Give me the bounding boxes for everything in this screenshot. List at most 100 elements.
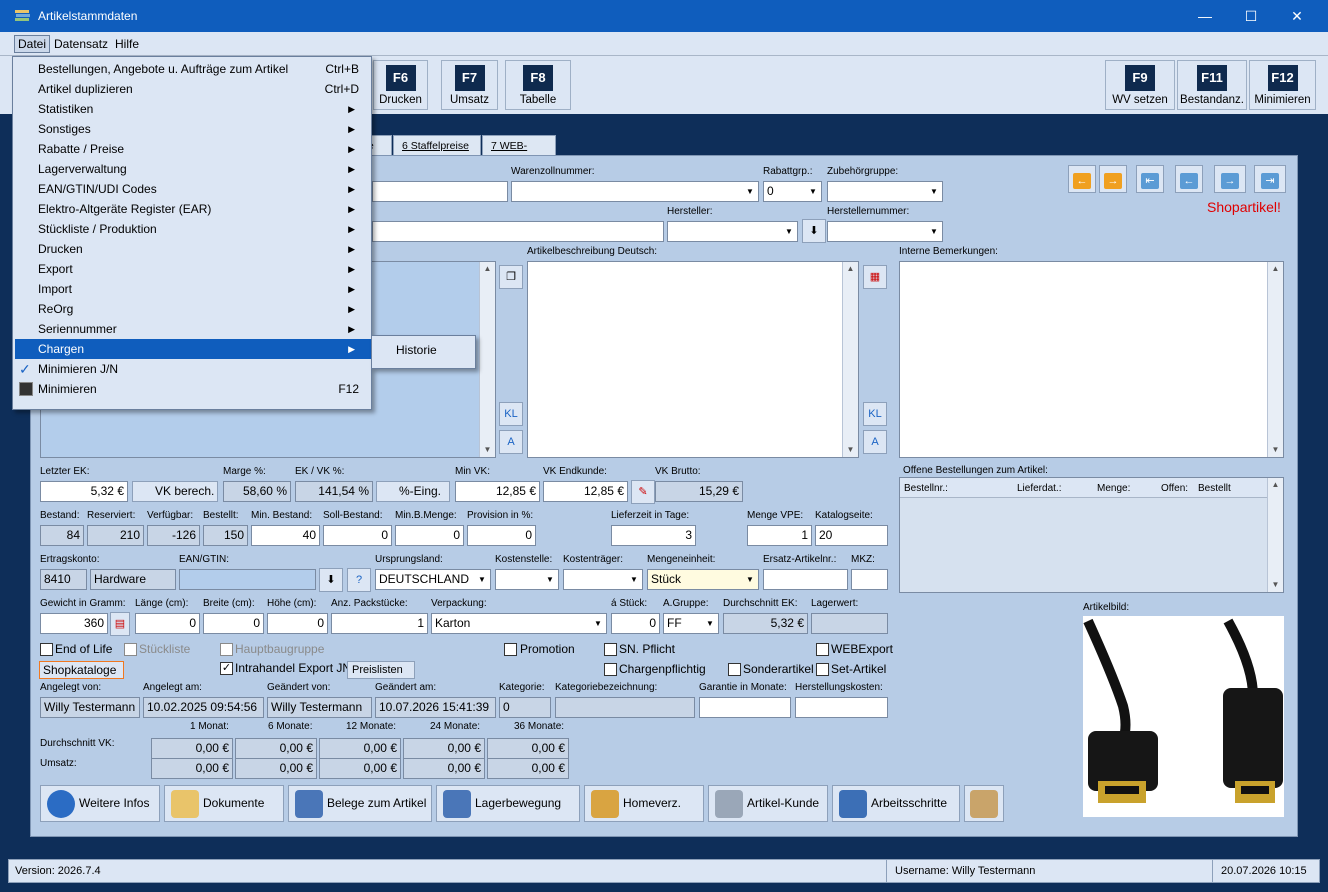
menu-item-minimieren[interactable]: Minimieren F12 (15, 379, 371, 399)
ean-field[interactable] (179, 569, 316, 590)
hersteller-select[interactable]: ▼ (667, 221, 798, 242)
text-block-icon[interactable]: KL (499, 402, 523, 426)
provision-field[interactable]: 0 (467, 525, 536, 546)
herstellernr-select[interactable]: ▼ (827, 221, 943, 242)
scrollbar[interactable]: ▲ ▼ (1267, 262, 1283, 457)
scrollbar[interactable]: ▲ ▼ (479, 262, 495, 457)
menu-item-ean-codes[interactable]: EAN/GTIN/UDI Codes ▶ (15, 179, 371, 199)
menu-item-chargen[interactable]: Chargen ▶ (15, 339, 371, 359)
a-gruppe-select[interactable]: FF ▼ (663, 613, 719, 634)
stueckliste-checkbox[interactable] (124, 643, 137, 656)
f12-minimize-button[interactable]: F12 Minimieren (1249, 60, 1316, 110)
menu-item-export[interactable]: Export ▶ (15, 259, 371, 279)
anz-pack-field[interactable]: 1 (331, 613, 428, 634)
menu-item-minimieren-jn[interactable]: ✓ Minimieren J/N (15, 359, 371, 379)
menu-item-stueckliste[interactable]: Stückliste / Produktion ▶ (15, 219, 371, 239)
kostentraeger-select[interactable]: ▼ (563, 569, 643, 590)
preislisten-button[interactable]: Preislisten (347, 661, 415, 679)
description-text-area[interactable]: ▲ ▼ (527, 261, 859, 458)
garantie-field[interactable] (699, 697, 791, 718)
scrollbar[interactable]: ▲ ▼ (842, 262, 858, 457)
menu-item-lagerverwaltung[interactable]: Lagerverwaltung ▶ (15, 159, 371, 179)
price-edit-icon[interactable]: ✎ (631, 480, 655, 504)
dokumente-button[interactable]: Dokumente (164, 785, 284, 822)
sn-pflicht-checkbox[interactable] (604, 643, 617, 656)
add-manufacturer-icon[interactable]: ⬇ (802, 219, 826, 243)
tab-staffelpreise[interactable]: 6 Staffelpreise (393, 135, 481, 156)
translate-flag-icon[interactable]: ▦ (863, 265, 887, 289)
lieferzeit-field[interactable]: 3 (611, 525, 696, 546)
webexport-checkbox[interactable] (816, 643, 829, 656)
next-shop-article-button[interactable]: → (1099, 165, 1127, 193)
menu-item-ear[interactable]: Elektro-Altgeräte Register (EAR) ▶ (15, 199, 371, 219)
artikel-kunde-button[interactable]: Artikel-Kunde (708, 785, 828, 822)
menu-item-drucken[interactable]: Drucken ▶ (15, 239, 371, 259)
hauptbaugruppe-checkbox[interactable] (220, 643, 233, 656)
set-artikel-checkbox[interactable] (816, 663, 829, 676)
f9-wv-button[interactable]: F9 WV setzen (1105, 60, 1175, 110)
min-vk-field[interactable]: 12,85 € (455, 481, 540, 502)
warenzoll-select[interactable]: ▼ (511, 181, 759, 202)
clipboard-button[interactable] (964, 785, 1004, 822)
min-bestand-field[interactable]: 40 (251, 525, 320, 546)
menu-datei[interactable]: Datei (14, 35, 51, 53)
pct-eing-button[interactable]: %-Eing. (376, 481, 450, 502)
promotion-checkbox[interactable] (504, 643, 517, 656)
tab-webshop[interactable]: 7 WEB-Shop (482, 135, 556, 172)
minimize-button[interactable]: — (1182, 0, 1228, 32)
menu-item-sonstiges[interactable]: Sonstiges ▶ (15, 119, 371, 139)
help-icon[interactable]: ? (347, 568, 371, 592)
article-subtitle-field[interactable] (372, 221, 664, 242)
menu-item-reorg[interactable]: ReOrg ▶ (15, 299, 371, 319)
menu-item-historie[interactable]: Historie (374, 340, 475, 360)
mkz-field[interactable] (851, 569, 888, 590)
f8-table-button[interactable]: F8 Tabelle (505, 60, 571, 110)
intrahandel-checkbox[interactable]: ✓ (220, 662, 233, 675)
f11-stock-button[interactable]: F11 Bestandanz. (1177, 60, 1247, 110)
shopkataloge-button[interactable]: Shopkataloge (39, 661, 124, 679)
rabattgrp-select[interactable]: 0 ▼ (763, 181, 822, 202)
zubehoer-select[interactable]: ▼ (827, 181, 943, 202)
breite-field[interactable]: 0 (203, 613, 264, 634)
internal-notes-text-area[interactable]: ▲ ▼ (899, 261, 1284, 458)
kostenstelle-select[interactable]: ▼ (495, 569, 559, 590)
f7-sales-button[interactable]: F7 Umsatz (441, 60, 498, 110)
mengeneinheit-select[interactable]: Stück ▼ (647, 569, 759, 590)
menu-hilfe[interactable]: Hilfe (115, 37, 139, 51)
menu-item-import[interactable]: Import ▶ (15, 279, 371, 299)
chargenpflichtig-checkbox[interactable] (604, 663, 617, 676)
lagerbewegung-button[interactable]: Lagerbewegung (436, 785, 580, 822)
arbeitsschritte-button[interactable]: Arbeitsschritte (832, 785, 960, 822)
homeverz-button[interactable]: Homeverz. (584, 785, 704, 822)
scrollbar[interactable]: ▲ ▼ (1267, 478, 1283, 592)
sonderartikel-checkbox[interactable] (728, 663, 741, 676)
vk-endkunde-field[interactable]: 12,85 € (543, 481, 628, 502)
edit-text-icon[interactable]: A (499, 430, 523, 454)
laenge-field[interactable]: 0 (135, 613, 200, 634)
soll-bestand-field[interactable]: 0 (323, 525, 392, 546)
prev-shop-article-button[interactable]: ← (1068, 165, 1096, 193)
article-name-field[interactable] (372, 181, 508, 202)
menu-item-duplizieren[interactable]: Artikel duplizieren Ctrl+D (15, 79, 371, 99)
ersatz-field[interactable] (763, 569, 848, 590)
a-stueck-field[interactable]: 0 (611, 613, 660, 634)
hoehe-field[interactable]: 0 (267, 613, 328, 634)
katalogseite-field[interactable]: 20 (815, 525, 888, 546)
close-button[interactable]: ✕ (1274, 0, 1320, 32)
scale-icon[interactable]: ▤ (110, 612, 130, 636)
next-record-button[interactable]: → (1214, 165, 1246, 193)
ursprungsland-select[interactable]: DEUTSCHLAND ▼ (375, 569, 491, 590)
f6-print-button[interactable]: F6 Drucken (373, 60, 428, 110)
ean-import-icon[interactable]: ⬇ (319, 568, 343, 592)
last-record-button[interactable]: ⇥ (1254, 165, 1286, 193)
text-block-icon[interactable]: KL (863, 402, 887, 426)
herstellkosten-field[interactable] (795, 697, 888, 718)
menu-item-statistiken[interactable]: Statistiken ▶ (15, 99, 371, 119)
copy-icon[interactable]: ❐ (499, 265, 523, 289)
menu-item-seriennummer[interactable]: Seriennummer ▶ (15, 319, 371, 339)
menu-datensatz[interactable]: Datensatz (54, 37, 108, 51)
maximize-button[interactable]: ☐ (1228, 0, 1274, 32)
belege-button[interactable]: Belege zum Artikel (288, 785, 432, 822)
weitere-infos-button[interactable]: Weitere Infos (40, 785, 160, 822)
gewicht-field[interactable]: 360 (40, 613, 108, 634)
